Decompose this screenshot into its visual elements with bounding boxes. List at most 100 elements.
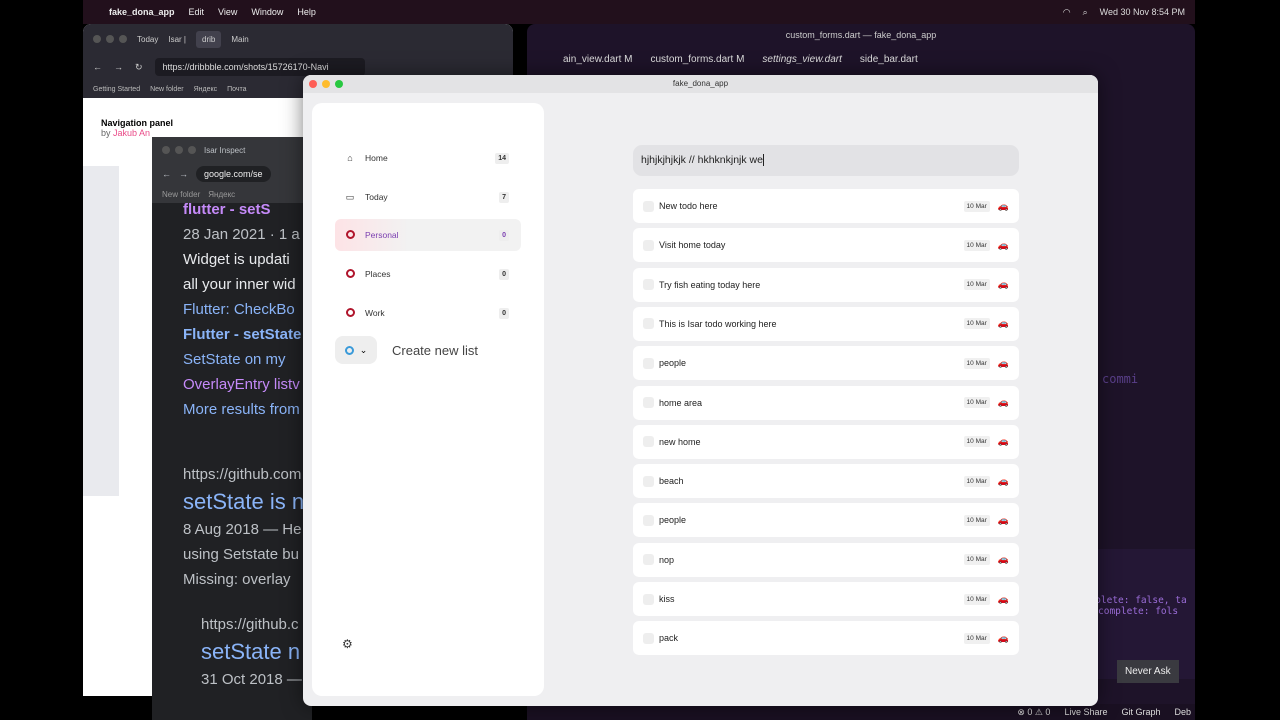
result-link[interactable]: setState is n	[183, 487, 312, 517]
car-icon: 🚗	[997, 475, 1009, 486]
sidebar-item-home[interactable]: ⌂ Home 14	[335, 142, 521, 174]
forward-icon[interactable]: →	[114, 62, 123, 72]
wifi-icon[interactable]: ◠	[1063, 7, 1071, 18]
count-badge: 0	[499, 229, 509, 241]
ring-icon	[345, 268, 355, 278]
app-window: fake_dona_app ⌂ Home 14 ▭ Today 7 Personal 0 …	[303, 75, 1098, 706]
tab-active[interactable]: drib	[196, 30, 222, 48]
url-bar[interactable]: https://dribbble.com/shots/15726170-Navi	[154, 58, 365, 76]
tab[interactable]: Isar Inspect	[204, 146, 245, 155]
todo-date: 10 Mar	[963, 239, 990, 251]
todo-date: 10 Mar	[963, 318, 990, 330]
shot-preview	[83, 166, 119, 496]
todo-checkbox[interactable]	[643, 397, 654, 408]
todo-item[interactable]: people 10 Mar 🚗	[633, 346, 1019, 381]
chrome-window: Isar Inspect ← → google.com/se New folder Я…	[152, 137, 312, 720]
create-new-list-button[interactable]: Create new list	[392, 343, 478, 358]
sidebar-item-personal[interactable]: Personal 0	[335, 219, 521, 251]
todo-checkbox[interactable]	[643, 475, 654, 487]
bookmark[interactable]: Getting Started	[93, 86, 140, 93]
bookmark[interactable]: Почта	[227, 86, 246, 93]
todo-checkbox[interactable]	[643, 554, 654, 566]
todo-title: new home	[659, 436, 701, 447]
todo-item[interactable]: Try fish eating today here 10 Mar 🚗	[633, 267, 1019, 302]
todo-item[interactable]: home area 10 Mar 🚗	[633, 385, 1019, 420]
live-share-status[interactable]: Live Share	[1064, 707, 1107, 717]
menu-help[interactable]: Help	[297, 7, 316, 17]
todo-item[interactable]: beach 10 Mar 🚗	[633, 464, 1019, 499]
menu-window[interactable]: Window	[251, 7, 283, 17]
search-icon[interactable]: ⌕	[1083, 7, 1088, 18]
todo-checkbox[interactable]	[643, 436, 654, 448]
car-icon: 🚗	[997, 436, 1009, 447]
menu-view[interactable]: View	[218, 7, 237, 17]
clock[interactable]: Wed 30 Nov 8:54 PM	[1100, 7, 1185, 17]
count-badge: 0	[499, 268, 509, 280]
debug-status[interactable]: Deb	[1174, 707, 1191, 717]
result-link[interactable]: setState n	[183, 637, 312, 667]
todo-checkbox[interactable]	[643, 632, 654, 644]
tab[interactable]: Isar |	[168, 35, 186, 44]
sidebar-item-label: Personal	[365, 230, 399, 240]
minimize-button[interactable]	[322, 80, 330, 88]
todo-checkbox[interactable]	[643, 593, 654, 605]
todo-item[interactable]: kiss 10 Mar 🚗	[633, 582, 1019, 616]
todo-checkbox[interactable]	[643, 514, 654, 526]
todo-checkbox[interactable]	[643, 357, 654, 369]
tab[interactable]: Today	[137, 35, 158, 44]
todo-item[interactable]: new home 10 Mar 🚗	[633, 424, 1019, 459]
result-link[interactable]: Flutter - setState	[183, 322, 312, 347]
todo-item[interactable]: This is Isar todo working here 10 Mar 🚗	[633, 306, 1019, 341]
todo-checkbox[interactable]	[643, 200, 654, 212]
author-link[interactable]: Jakub An	[113, 128, 150, 138]
new-todo-input[interactable]: hjhjkjhjkjk // hkhknkjnjk we	[633, 145, 1019, 176]
tab[interactable]: Main	[231, 35, 248, 44]
problems-status[interactable]: ⊗ 0 ⚠ 0	[1017, 707, 1050, 718]
editor-tab[interactable]: settings_view.dart	[762, 54, 842, 65]
sidebar: ⌂ Home 14 ▭ Today 7 Personal 0 Places 0 Work 0 …	[312, 103, 544, 696]
git-graph-status[interactable]: Git Graph	[1121, 707, 1160, 717]
todo-item[interactable]: people 10 Mar 🚗	[633, 503, 1019, 538]
gear-icon[interactable]: ⚙	[342, 637, 353, 651]
result-text: 31 Oct 2018 —	[201, 671, 302, 688]
todo-date: 10 Mar	[963, 593, 990, 605]
todo-item[interactable]: nop 10 Mar 🚗	[633, 542, 1019, 577]
todo-checkbox[interactable]	[643, 279, 654, 291]
editor-tab[interactable]: ain_view.dart M	[563, 54, 632, 65]
result-link[interactable]: OverlayEntry listv	[183, 372, 312, 397]
reload-icon[interactable]: ↻	[135, 62, 143, 73]
editor-tab-active[interactable]: custom_forms.dart M	[650, 54, 744, 65]
result[interactable]: flutter - setS	[183, 197, 312, 222]
result-link[interactable]: Flutter: CheckBo	[183, 297, 312, 322]
forward-icon[interactable]: →	[179, 169, 188, 179]
back-icon[interactable]: ←	[93, 62, 102, 72]
color-picker-dropdown[interactable]: ⌄	[335, 336, 377, 364]
todo-item[interactable]: New todo here 10 Mar 🚗	[633, 189, 1019, 223]
back-icon[interactable]: ←	[162, 169, 171, 179]
todo-title: people	[659, 515, 687, 526]
todo-checkbox[interactable]	[643, 318, 654, 330]
car-icon: 🚗	[997, 593, 1009, 604]
result-link[interactable]: SetState on my	[183, 347, 312, 372]
sidebar-item-today[interactable]: ▭ Today 7	[335, 181, 521, 213]
bookmark[interactable]: New folder	[150, 86, 183, 93]
sidebar-item-places[interactable]: Places 0	[335, 258, 521, 290]
zoom-button[interactable]	[335, 80, 343, 88]
menu-edit[interactable]: Edit	[189, 7, 205, 17]
todo-title: pack	[659, 633, 679, 644]
todo-checkbox[interactable]	[643, 239, 654, 251]
result-text: 28 Jan 2021 · 1 a	[183, 226, 300, 243]
menu-app-name[interactable]: fake_dona_app	[109, 7, 175, 17]
editor-tab[interactable]: side_bar.dart	[860, 54, 918, 65]
sidebar-item-label: Work	[365, 308, 385, 318]
car-icon: 🚗	[997, 397, 1009, 407]
result-link[interactable]: More results from	[183, 397, 312, 422]
todo-date: 10 Mar	[963, 397, 990, 408]
url-bar[interactable]: google.com/se	[196, 166, 271, 182]
sidebar-item-work[interactable]: Work 0	[335, 297, 521, 329]
close-button[interactable]	[309, 80, 317, 88]
bookmark[interactable]: Яндекс	[194, 86, 218, 93]
never-ask-button[interactable]: Never Ask	[1117, 660, 1179, 683]
todo-item[interactable]: Visit home today 10 Mar 🚗	[633, 228, 1019, 263]
todo-item[interactable]: pack 10 Mar 🚗	[633, 621, 1019, 656]
